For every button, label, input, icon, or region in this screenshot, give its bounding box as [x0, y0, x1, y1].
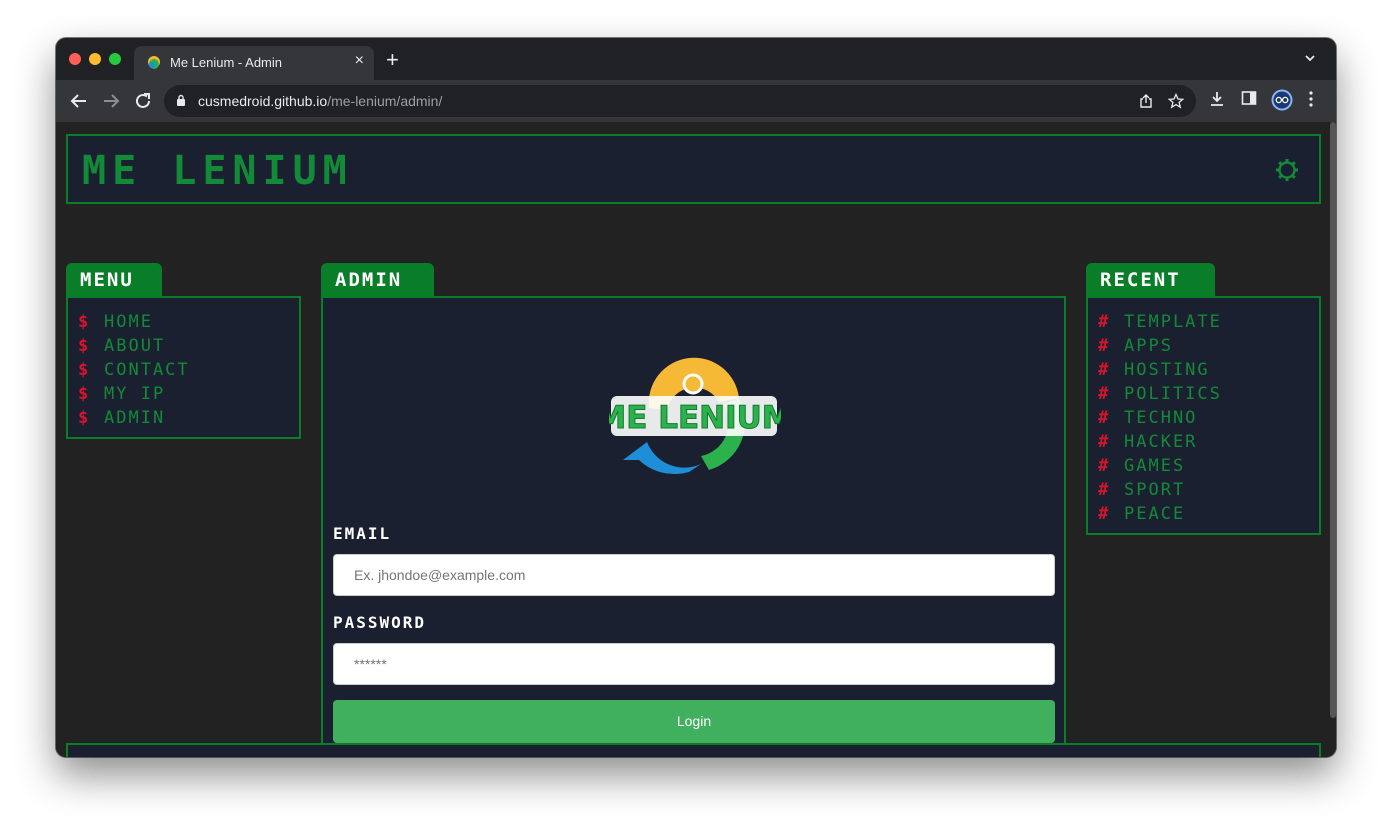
address-bar[interactable]: cusmedroid.github.io/me-lenium/admin/: [164, 85, 1196, 117]
back-arrow-icon[interactable]: [68, 90, 90, 112]
me-lenium-logo: ME LENIUM: [609, 357, 781, 475]
browser-toolbar: cusmedroid.github.io/me-lenium/admin/: [56, 80, 1336, 122]
menu-item-contact[interactable]: $ Contact: [78, 358, 289, 382]
hash-bullet-icon: #: [1098, 360, 1111, 380]
profile-avatar-icon[interactable]: [1271, 89, 1293, 111]
tab-strip: Me Lenium - Admin × +: [56, 38, 1336, 80]
share-icon[interactable]: [1138, 93, 1154, 109]
dollar-bullet-icon: $: [78, 336, 91, 356]
recent-item-peace[interactable]: # Peace: [1098, 502, 1309, 526]
hash-bullet-icon: #: [1098, 480, 1111, 500]
browser-tab[interactable]: Me Lenium - Admin ×: [134, 46, 374, 80]
tab-close-icon[interactable]: ×: [355, 52, 364, 70]
login-button[interactable]: Login: [333, 700, 1055, 743]
menu-item-about[interactable]: $ About: [78, 334, 289, 358]
bookmark-star-icon[interactable]: [1168, 93, 1184, 109]
admin-panel: ME LENIUM Email Password Login: [321, 296, 1066, 757]
admin-heading: Admin: [321, 263, 434, 297]
hash-bullet-icon: #: [1098, 432, 1111, 452]
menu-item-my-ip[interactable]: $ My IP: [78, 382, 289, 406]
recent-item-template[interactable]: # Template: [1098, 310, 1309, 334]
email-label: Email: [333, 524, 392, 543]
tab-title: Me Lenium - Admin: [170, 55, 282, 70]
recent-item-hosting[interactable]: # Hosting: [1098, 358, 1309, 382]
dollar-bullet-icon: $: [78, 360, 91, 380]
minimize-window-button[interactable]: [89, 53, 101, 65]
url-text[interactable]: cusmedroid.github.io/me-lenium/admin/: [198, 93, 442, 109]
dollar-bullet-icon: $: [78, 408, 91, 428]
maximize-window-button[interactable]: [109, 53, 121, 65]
menu-panel: $ Home $ About $ Contact $ My IP $ Admin: [66, 296, 301, 439]
svg-text:ME LENIUM: ME LENIUM: [609, 400, 781, 436]
recent-item-politics[interactable]: # Politics: [1098, 382, 1309, 406]
menu-item-admin[interactable]: $ Admin: [78, 406, 289, 430]
email-field[interactable]: [333, 554, 1055, 596]
recent-panel: # Template # Apps # Hosting # Politics # Tech…: [1086, 296, 1321, 535]
menu-item-home[interactable]: $ Home: [78, 310, 289, 334]
lock-icon[interactable]: [176, 94, 186, 107]
site-title[interactable]: Me Lenium: [82, 148, 353, 194]
hash-bullet-icon: #: [1098, 384, 1111, 404]
recent-item-apps[interactable]: # Apps: [1098, 334, 1309, 358]
recent-item-techno[interactable]: # Techno: [1098, 406, 1309, 430]
recent-heading: Recent: [1086, 263, 1215, 297]
site-header: Me Lenium: [66, 134, 1321, 204]
recent-item-games[interactable]: # Games: [1098, 454, 1309, 478]
recent-item-hacker[interactable]: # Hacker: [1098, 430, 1309, 454]
browser-window: Me Lenium - Admin × + cusmedroid.github.…: [56, 38, 1336, 757]
dollar-bullet-icon: $: [78, 384, 91, 404]
hash-bullet-icon: #: [1098, 408, 1111, 428]
new-tab-button[interactable]: +: [386, 49, 399, 71]
page-scrollbar[interactable]: [1330, 122, 1336, 718]
side-panel-icon[interactable]: [1241, 90, 1257, 106]
close-window-button[interactable]: [69, 53, 81, 65]
page-content: Me Lenium Menu $ Home $ About $ Contact $ My…: [56, 122, 1336, 757]
menu-heading: Menu: [66, 263, 162, 297]
dollar-bullet-icon: $: [78, 312, 91, 332]
hash-bullet-icon: #: [1098, 456, 1111, 476]
download-icon[interactable]: [1208, 90, 1226, 108]
password-field[interactable]: [333, 643, 1055, 685]
hash-bullet-icon: #: [1098, 312, 1111, 332]
password-label: Password: [333, 613, 427, 632]
gear-icon[interactable]: [1275, 158, 1299, 182]
site-footer: [66, 743, 1321, 757]
more-menu-icon[interactable]: [1308, 90, 1314, 108]
recent-item-sport[interactable]: # Sport: [1098, 478, 1309, 502]
reload-icon[interactable]: [132, 90, 154, 112]
forward-arrow-icon[interactable]: [100, 90, 122, 112]
site-favicon-icon: [148, 56, 160, 69]
hash-bullet-icon: #: [1098, 504, 1111, 524]
hash-bullet-icon: #: [1098, 336, 1111, 356]
tab-search-chevron-icon[interactable]: [1304, 52, 1316, 64]
